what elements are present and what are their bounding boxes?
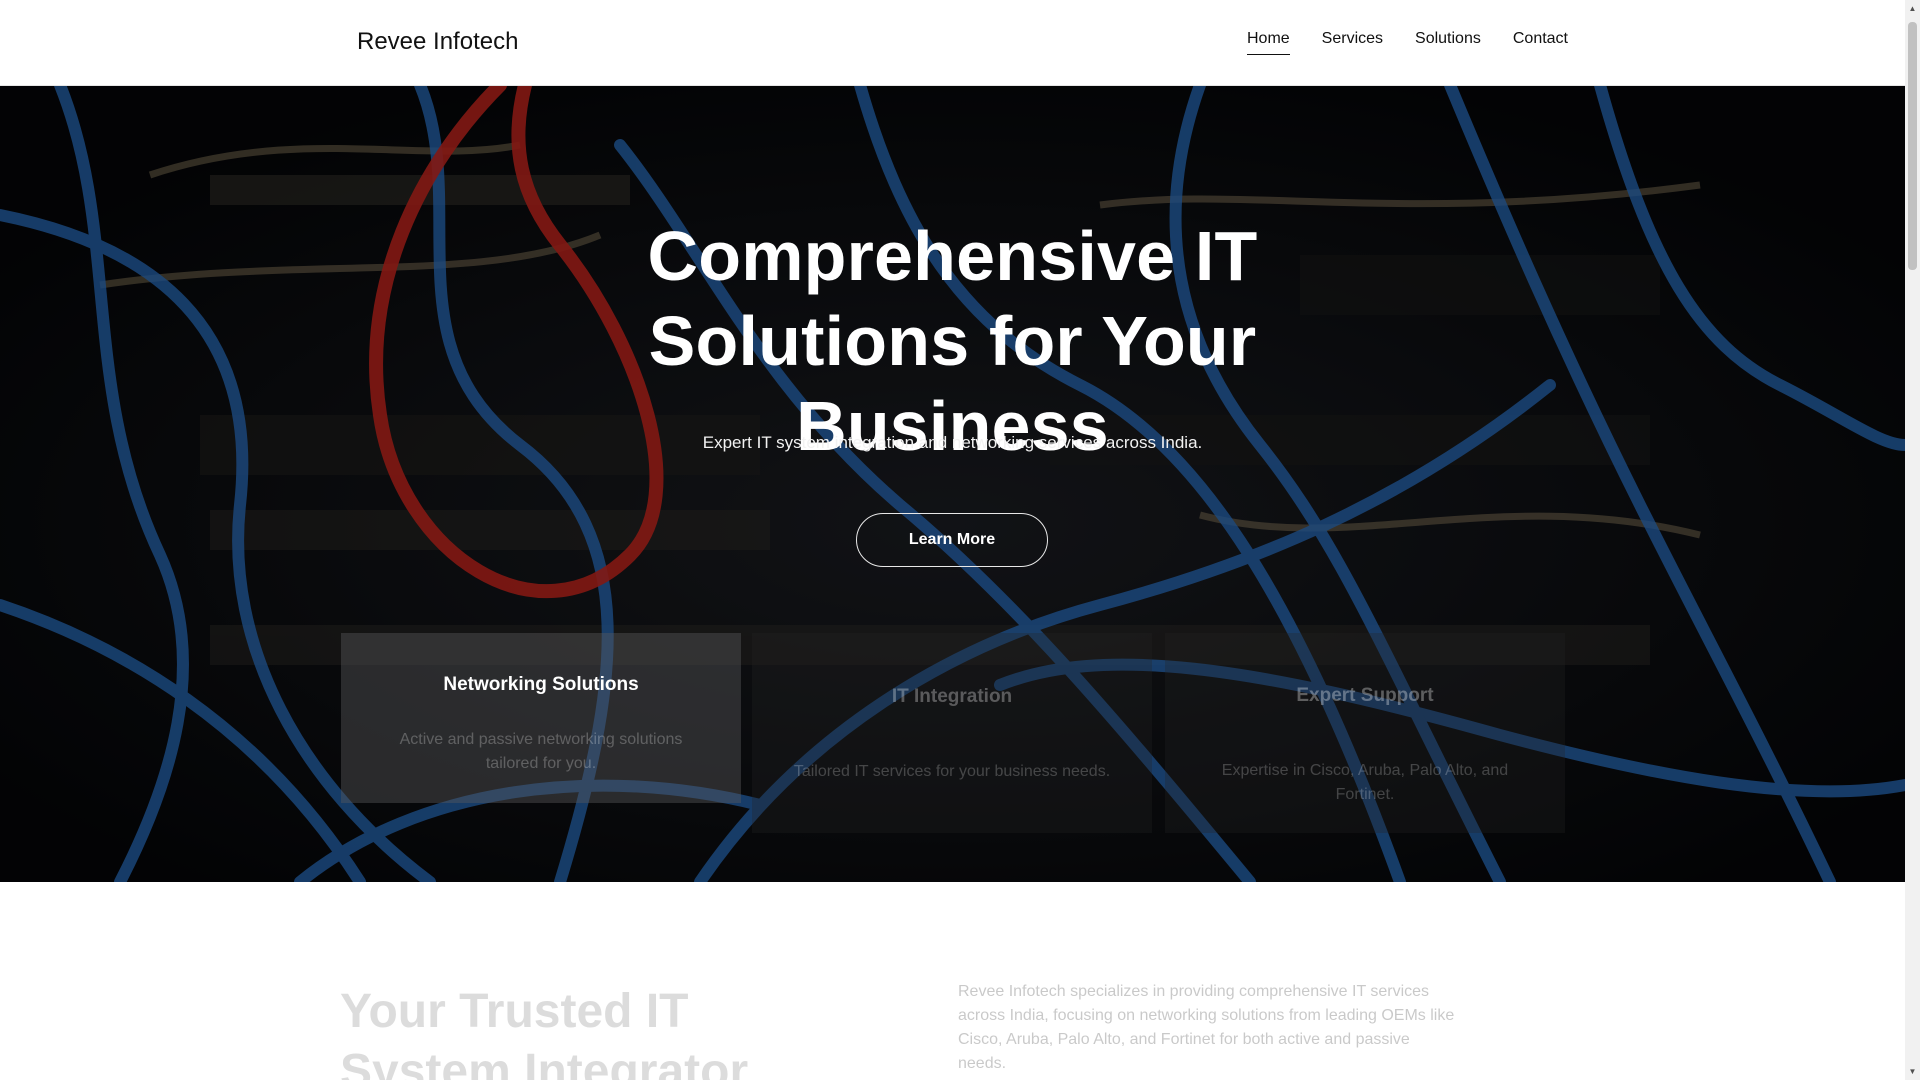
hero-subtitle: Expert IT system integration and network…: [702, 433, 1203, 452]
nav-home[interactable]: Home: [1246, 30, 1290, 55]
about-section: Your Trusted IT System Integrator Revee …: [0, 882, 1905, 1080]
scroll-down-arrow-icon[interactable]: ▼: [1905, 1063, 1920, 1080]
nav-solutions[interactable]: Solutions: [1415, 30, 1481, 55]
hero-section: Comprehensive IT Solutions for Your Busi…: [0, 85, 1905, 882]
page: Revee Infotech Home Services Solutions C…: [0, 0, 1905, 1080]
feature-card-networking[interactable]: Networking Solutions Active and passive …: [341, 633, 741, 803]
feature-card-text: Tailored IT services for your business n…: [793, 763, 1111, 780]
feature-card-title: Networking Solutions: [443, 674, 639, 695]
feature-card-title: IT Integration: [891, 686, 1013, 707]
feature-card-text: Active and passive networking solutions …: [399, 731, 683, 772]
about-text: Revee Infotech specializes in providing …: [958, 983, 1455, 1072]
page-scrollbar[interactable]: ▲ ▼: [1905, 0, 1920, 1080]
feature-card-support[interactable]: Expert Support Expertise in Cisco, Aruba…: [1165, 633, 1565, 833]
site-header: Revee Infotech Home Services Solutions C…: [0, 0, 1905, 86]
feature-card-title: Expert Support: [1296, 685, 1434, 706]
feature-card-integration[interactable]: IT Integration Tailored IT services for …: [752, 633, 1152, 833]
brand-logo[interactable]: Revee Infotech: [357, 28, 518, 56]
hero-title: Comprehensive IT Solutions for Your Busi…: [647, 216, 1258, 465]
scroll-up-arrow-icon[interactable]: ▲: [1905, 0, 1920, 17]
nav-contact[interactable]: Contact: [1513, 30, 1568, 55]
main-nav: Home Services Solutions Contact: [1246, 0, 1568, 85]
feature-card-text: Expertise in Cisco, Aruba, Palo Alto, an…: [1221, 762, 1509, 803]
about-title: Your Trusted IT System Integrator: [340, 985, 749, 1080]
nav-services[interactable]: Services: [1322, 30, 1383, 55]
learn-more-button[interactable]: Learn More: [856, 513, 1048, 567]
scroll-thumb[interactable]: [1908, 22, 1917, 270]
